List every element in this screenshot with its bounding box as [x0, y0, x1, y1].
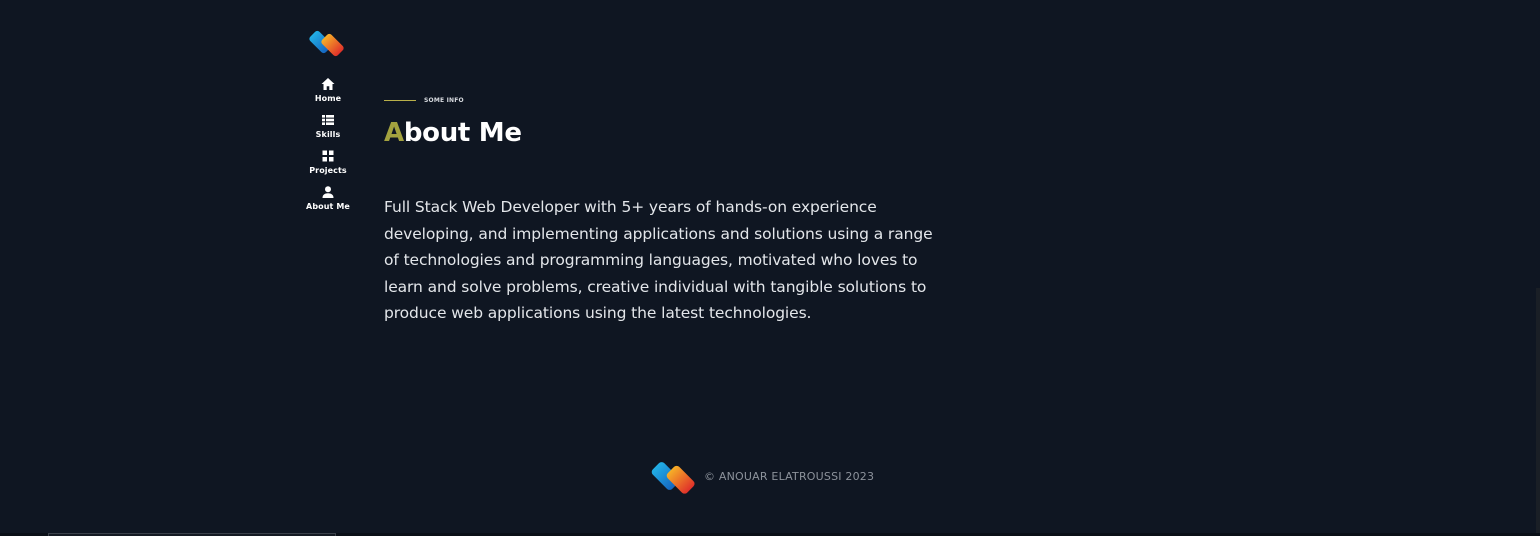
nav-item-projects[interactable]: Projects	[300, 148, 356, 175]
about-heading: About Me	[384, 118, 522, 148]
heading-accent-letter: A	[384, 118, 404, 148]
footer-copyright: © ANOUAR ELATROUSSI 2023	[704, 469, 875, 483]
about-description: Full Stack Web Developer with 5+ years o…	[384, 198, 933, 323]
nav-item-about-me[interactable]: About Me	[300, 184, 356, 211]
footer: © ANOUAR ELATROUSSI 2023	[650, 451, 874, 501]
home-icon	[321, 78, 335, 90]
footer-logo-icon[interactable]	[650, 451, 700, 501]
eyebrow-divider	[384, 100, 416, 101]
section-eyebrow: SOME INFO	[384, 97, 464, 104]
nav-label-projects: Projects	[309, 166, 347, 175]
nav-label-home: Home	[314, 94, 342, 103]
grid-icon	[322, 150, 334, 162]
nav-label-about-me: About Me	[306, 202, 350, 211]
user-icon	[322, 186, 334, 198]
eyebrow-text: SOME INFO	[424, 97, 464, 104]
vertical-scrollbar[interactable]	[1536, 288, 1540, 536]
list-icon	[322, 115, 334, 125]
page: Home Skills Projects About Me SOME INFO …	[0, 0, 1540, 536]
side-nav: Home Skills Projects About Me	[300, 76, 356, 211]
heading-rest: bout Me	[403, 118, 522, 148]
nav-item-skills[interactable]: Skills	[300, 112, 356, 139]
nav-label-skills: Skills	[315, 130, 341, 139]
nav-item-home[interactable]: Home	[300, 76, 356, 103]
brand-logo-icon[interactable]	[308, 22, 348, 62]
sidebar: Home Skills Projects About Me	[300, 22, 356, 211]
